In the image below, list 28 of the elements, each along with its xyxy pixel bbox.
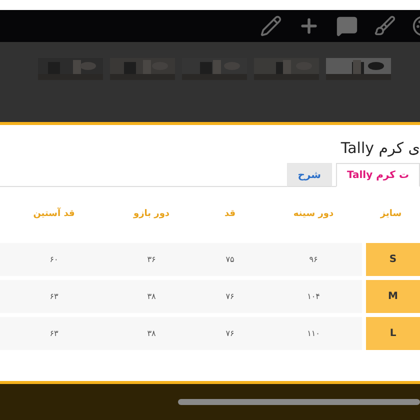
plus-icon[interactable] [298, 15, 320, 37]
scrollbar[interactable] [178, 399, 420, 405]
comment-icon[interactable] [336, 15, 358, 37]
table-cell: ۷۶ [195, 280, 265, 313]
table-cell: ۷۶ [195, 317, 265, 350]
column-header: قد آستین [32, 206, 76, 221]
column-header: دور بازو [132, 208, 171, 221]
table-cell: ۳۶ [108, 243, 195, 276]
table-cell: ۱۰۴ [265, 280, 362, 313]
size-cell: L [366, 317, 420, 350]
column-header: قد [223, 208, 237, 221]
column-header: سایز [379, 208, 403, 221]
tab[interactable]: شرح [286, 163, 332, 187]
pencil-icon[interactable] [260, 15, 282, 37]
modal-title: ی کرم Tally [340, 139, 420, 159]
column-header: دور سینه [292, 208, 335, 221]
size-cell: M [366, 280, 420, 313]
table-cell: ۳۸ [108, 280, 195, 313]
table-cell: ۶۳ [0, 317, 108, 350]
tab[interactable]: ت کرم Tally [336, 163, 420, 187]
table-cell: ۱۱۰ [265, 317, 362, 350]
table-cell: ۳۸ [108, 317, 195, 350]
table-cell: ۷۵ [195, 243, 265, 276]
table-cell: ۹۶ [265, 243, 362, 276]
table-cell: ۶۰ [0, 243, 108, 276]
table-cell: ۶۳ [0, 280, 108, 313]
brush-icon[interactable] [374, 15, 396, 37]
size-cell: S [366, 243, 420, 276]
